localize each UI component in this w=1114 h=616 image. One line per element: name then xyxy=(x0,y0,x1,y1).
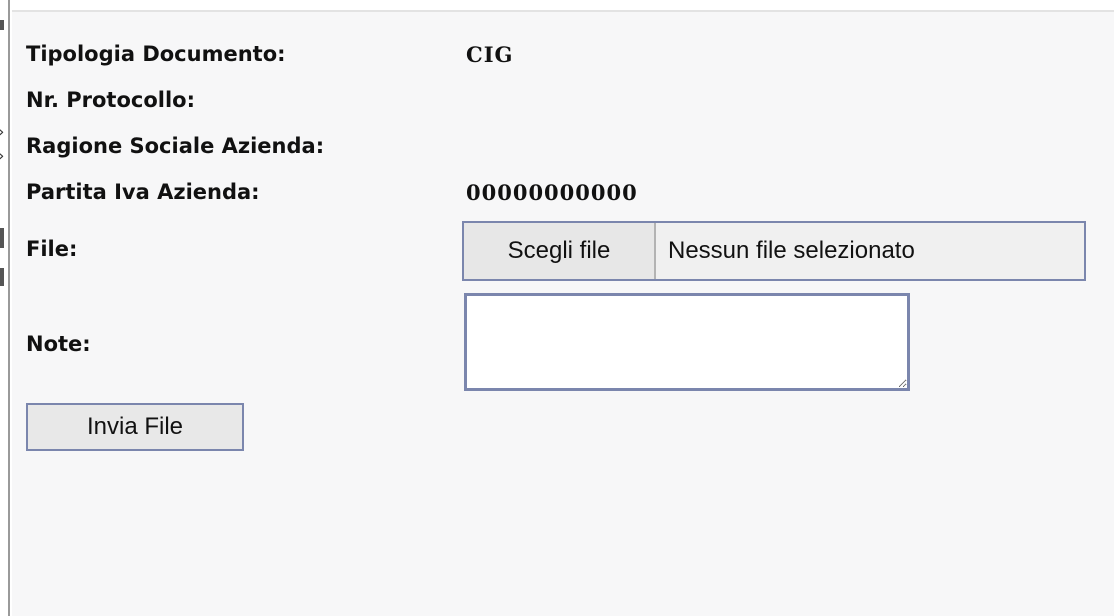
ragione-sociale-label: Ragione Sociale Azienda: xyxy=(26,134,325,158)
file-label: File: xyxy=(26,237,78,261)
top-edge xyxy=(12,0,1114,10)
upload-form-panel: Tipologia Documento: CIG Nr. Protocollo:… xyxy=(12,12,1114,616)
tipologia-documento-value: CIG xyxy=(466,42,514,67)
left-edge-glyph: › xyxy=(0,146,4,165)
nr-protocollo-label: Nr. Protocollo: xyxy=(26,88,195,112)
file-input[interactable]: Scegli file Nessun file selezionato xyxy=(462,221,1086,281)
send-file-button[interactable]: Invia File xyxy=(26,403,244,451)
partita-iva-label: Partita Iva Azienda: xyxy=(26,180,260,204)
left-edge xyxy=(0,0,12,616)
note-label: Note: xyxy=(26,332,91,356)
partita-iva-value: 00000000000 xyxy=(466,180,638,205)
left-edge-mark xyxy=(0,228,4,248)
left-edge-mark xyxy=(0,268,4,286)
left-edge-border xyxy=(8,0,10,616)
note-textarea[interactable] xyxy=(464,293,910,391)
choose-file-button[interactable]: Scegli file xyxy=(464,223,656,279)
tipologia-documento-label: Tipologia Documento: xyxy=(26,42,286,66)
left-edge-glyph: › xyxy=(0,122,4,141)
left-edge-mark xyxy=(0,20,4,30)
file-status-text: Nessun file selezionato xyxy=(668,237,915,264)
